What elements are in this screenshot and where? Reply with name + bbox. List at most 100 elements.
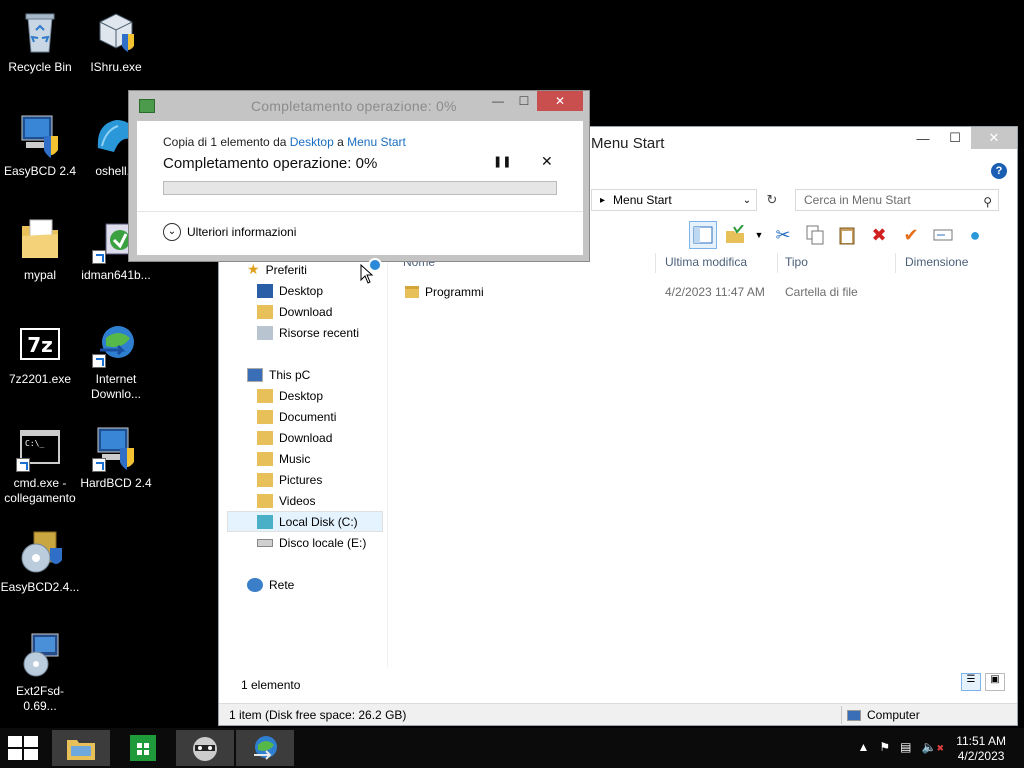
nav-item-label: Videos <box>279 493 316 508</box>
desktop-icon-7zip[interactable]: 7z 7z2201.exe <box>0 320 80 387</box>
taskbar-raccoon-app[interactable] <box>176 730 234 766</box>
nav-item-this-pc[interactable]: This pC <box>247 364 310 385</box>
paste-icon[interactable] <box>833 221 861 249</box>
drive-windows-icon <box>257 514 273 529</box>
column-header-type[interactable]: Tipo <box>785 255 808 269</box>
properties-button[interactable] <box>721 221 749 249</box>
chevron-down-icon[interactable]: ▼ <box>753 221 765 249</box>
cmd-icon: C:\_ <box>16 424 64 472</box>
recent-places-icon <box>257 325 273 340</box>
status-location-text: Computer <box>867 708 920 722</box>
start-button[interactable] <box>8 736 38 760</box>
desktop-icon-cmd[interactable]: C:\_ cmd.exe - collegamento <box>0 424 80 506</box>
star-icon: ★ <box>247 261 260 277</box>
checkmark-icon[interactable]: ✔ <box>897 221 925 249</box>
more-info-button[interactable]: ⌄ Ulteriori informazioni <box>163 223 296 241</box>
pane-divider[interactable] <box>387 257 388 667</box>
copy-icon[interactable] <box>801 221 829 249</box>
copy-dialog-titlebar[interactable]: Completamento operazione: 0% — ☐ ✕ <box>129 91 589 121</box>
source-link[interactable]: Desktop <box>290 135 334 149</box>
shell-icon[interactable]: ● <box>961 221 989 249</box>
nav-item-network[interactable]: Rete <box>247 574 294 595</box>
desktop-icon-label: Recycle Bin <box>8 60 72 74</box>
network-icon[interactable]: ▤ <box>900 740 911 754</box>
column-divider[interactable] <box>655 253 656 273</box>
installer-shield-icon <box>92 8 140 56</box>
clock[interactable]: 11:51 AM 4/2/2023 <box>956 734 1006 764</box>
file-explorer-icon <box>67 740 95 760</box>
desktop-icon-label: Ext2Fsd-0.69... <box>15 684 64 713</box>
cut-icon[interactable]: ✂ <box>769 221 797 249</box>
desktop-icon-ext2fsd[interactable]: Ext2Fsd-0.69... <box>0 632 80 714</box>
file-row[interactable]: Programmi 4/2/2023 11:47 AM Cartella di … <box>405 281 995 303</box>
desktop-icon-recycle-bin[interactable]: Recycle Bin <box>0 8 80 75</box>
preview-pane-button[interactable] <box>689 221 717 249</box>
destination-link[interactable]: Menu Start <box>347 135 406 149</box>
rename-icon[interactable] <box>929 221 957 249</box>
address-bar[interactable]: ▸ Menu Start ⌄ <box>591 189 757 211</box>
nav-item-favorites[interactable]: ★ Preferiti <box>247 259 307 280</box>
sync-badge-icon <box>368 258 382 272</box>
status-divider <box>841 706 842 724</box>
delete-icon[interactable]: ✖ <box>865 221 893 249</box>
nav-item-label: Risorse recenti <box>279 325 360 340</box>
column-divider[interactable] <box>777 253 778 273</box>
idm-globe-icon <box>254 736 277 760</box>
clock-time: 11:51 AM <box>956 734 1006 748</box>
taskbar-idm[interactable] <box>236 730 294 766</box>
chevron-down-icon[interactable]: ⌄ <box>738 195 756 206</box>
item-count: 1 elemento <box>241 678 301 692</box>
details-view-button[interactable]: ☰ <box>961 673 981 691</box>
nav-item-fav-desktop[interactable]: Desktop <box>257 280 323 301</box>
nav-item-pc-download[interactable]: Download <box>257 427 332 448</box>
desktop-icon-label: cmd.exe - collegamento <box>4 476 76 505</box>
nav-item-label: Desktop <box>279 388 324 403</box>
minimize-button[interactable]: — <box>485 91 511 111</box>
desktop-icon-easybcd[interactable]: EasyBCD 2.4 <box>0 112 80 179</box>
search-input[interactable]: Cerca in Menu Start ⚲ <box>795 189 999 211</box>
desktop-icon-ishru[interactable]: IShru.exe <box>76 8 156 75</box>
chevron-up-icon[interactable]: ▲ <box>858 740 870 754</box>
nav-item-fav-download[interactable]: Download <box>257 301 332 322</box>
taskbar-store[interactable] <box>114 730 172 766</box>
pause-button[interactable]: ❚❚ <box>493 155 511 168</box>
refresh-button[interactable]: ↻ <box>761 189 783 211</box>
column-header-modified[interactable]: Ultima modifica <box>665 255 747 269</box>
help-icon[interactable]: ? <box>991 163 1007 179</box>
column-header-size[interactable]: Dimensione <box>905 255 968 269</box>
flag-icon[interactable]: ⚑ <box>879 740 890 754</box>
folder-icon <box>16 216 64 264</box>
desktop-icon-easybcd-setup[interactable]: EasyBCD2.4... <box>0 528 80 595</box>
minimize-button[interactable]: — <box>907 127 939 149</box>
taskbar-file-explorer[interactable] <box>52 730 110 766</box>
file-modified: 4/2/2023 11:47 AM <box>665 285 765 299</box>
maximize-button[interactable]: ☐ <box>511 91 537 111</box>
copy-dialog-body: Copia di 1 elemento da Desktop a Menu St… <box>137 121 583 255</box>
volume-muted-icon[interactable]: 🔈✖ <box>922 740 945 754</box>
desktop-icon-mypal[interactable]: mypal <box>0 216 80 283</box>
copy-status: Completamento operazione: 0% <box>163 155 378 172</box>
desktop-icon-label: EasyBCD2.4... <box>0 580 80 594</box>
column-divider[interactable] <box>895 253 896 273</box>
copy-progress-dialog[interactable]: Completamento operazione: 0% — ☐ ✕ Copia… <box>128 90 590 262</box>
maximize-button[interactable]: ☐ <box>939 127 971 149</box>
nav-item-pictures[interactable]: Pictures <box>257 469 322 490</box>
nav-item-disk-e[interactable]: Disco locale (E:) <box>257 532 366 553</box>
navigation-pane: ★ Preferiti Desktop Download Risorse rec… <box>227 257 387 667</box>
nav-item-fav-recent[interactable]: Risorse recenti <box>257 322 359 343</box>
close-button[interactable]: ✕ <box>537 91 583 111</box>
nav-item-videos[interactable]: Videos <box>257 490 315 511</box>
nav-item-documents[interactable]: Documenti <box>257 406 336 427</box>
taskbar: ▲ ⚑ ▤ 🔈✖ 11:51 AM 4/2/2023 <box>0 728 1024 768</box>
close-button[interactable]: ✕ <box>971 127 1017 149</box>
desktop-icon-label: Internet Downlo... <box>90 372 142 401</box>
desktop-icon-idm[interactable]: Internet Downlo... <box>76 320 156 402</box>
nav-item-local-disk-c[interactable]: Local Disk (C:) <box>227 511 383 532</box>
cancel-button[interactable]: ✕ <box>541 153 553 170</box>
large-icons-view-button[interactable]: ▣ <box>985 673 1005 691</box>
nav-item-pc-desktop[interactable]: Desktop <box>257 385 323 406</box>
address-text: Menu Start <box>613 193 672 207</box>
desktop-icon-hardbcd[interactable]: HardBCD 2.4 <box>76 424 156 491</box>
nav-item-music[interactable]: Music <box>257 448 310 469</box>
nav-item-label: Download <box>279 304 333 319</box>
